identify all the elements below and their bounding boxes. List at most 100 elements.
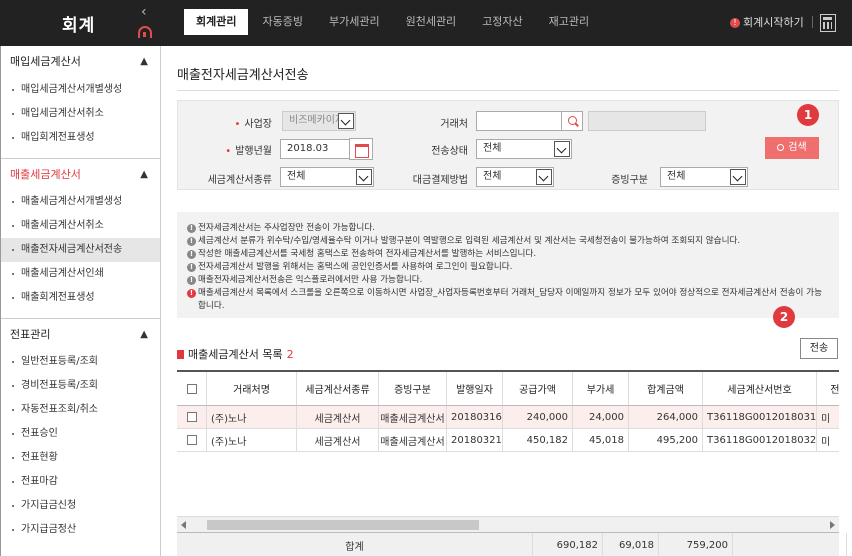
start-accounting-link[interactable]: ! 회계시작하기 <box>730 14 804 30</box>
sidebar-item[interactable]: 전표현황 <box>1 446 160 470</box>
evidence-select[interactable]: 전체 <box>660 167 748 187</box>
tab-inventory[interactable]: 재고관리 <box>537 9 601 35</box>
support-headset-icon[interactable] <box>138 26 152 38</box>
sidebar-item[interactable]: 가지급금정산 <box>1 518 160 542</box>
select-value: 전체 <box>483 171 502 182</box>
sidebar-item[interactable]: 매출세금계산서취소 <box>1 214 160 238</box>
totals-empty <box>733 533 847 556</box>
scroll-left-icon[interactable] <box>181 521 186 529</box>
required-mark: • <box>234 119 241 130</box>
divider <box>812 16 813 28</box>
select-all-checkbox[interactable] <box>186 383 197 394</box>
sidebar-group-sales[interactable]: 매출세금계산서 ▲ <box>1 158 160 190</box>
label-text: 발행년월 <box>235 146 272 157</box>
chevron-down-icon[interactable] <box>338 113 354 129</box>
tab-fixed-assets[interactable]: 고정자산 <box>470 9 534 35</box>
sidebar-item[interactable]: 전표승인 <box>1 422 160 446</box>
chevron-up-icon[interactable]: ▲ <box>140 319 148 351</box>
issue-month-input[interactable]: 2018.03 <box>280 139 350 159</box>
sidebar-item[interactable]: 가지급금신청 <box>1 494 160 518</box>
tab-accounting[interactable]: 회계관리 <box>184 9 249 35</box>
label-text: 사업장 <box>244 119 272 130</box>
chevron-up-icon[interactable]: ▲ <box>140 46 148 78</box>
sidebar-item[interactable]: 자동전표조회/취소 <box>1 398 160 422</box>
send-status-select[interactable]: 전체 <box>476 139 572 159</box>
column-header[interactable]: 전: <box>817 372 839 405</box>
search-icon <box>777 144 785 151</box>
totals-vat: 69,018 <box>603 533 659 556</box>
tab-withholding[interactable]: 원천세관리 <box>394 9 469 35</box>
list-title: 매출세금계산서 목록 2 <box>177 346 294 362</box>
notice-box: 전자세금계산서는 주사업장만 전송이 가능합니다. 세금계산서 분류가 위수탁/… <box>177 212 839 318</box>
select-all-cell <box>177 372 207 405</box>
client-name-cell: (주)노나 <box>207 429 297 451</box>
search-button[interactable]: 검색 <box>765 137 819 159</box>
totals-row: 합계 690,182 69,018 759,200 <box>177 532 847 556</box>
sidebar-item[interactable]: 매출회계전표생성 <box>1 286 160 310</box>
supply-amount-cell: 450,182 <box>503 429 573 451</box>
calculator-icon[interactable] <box>820 14 836 32</box>
payment-method-select[interactable]: 전체 <box>476 167 554 187</box>
issue-date-cell: 20180316 <box>447 406 503 428</box>
chevron-up-icon[interactable]: ▲ <box>140 159 148 191</box>
row-checkbox[interactable] <box>186 412 197 422</box>
column-header[interactable]: 거래처명 <box>207 372 297 405</box>
scroll-right-icon[interactable] <box>830 521 835 529</box>
chevron-down-icon[interactable] <box>536 169 552 185</box>
client-label: 거래처 <box>440 119 468 130</box>
column-header[interactable]: 부가세 <box>573 372 629 405</box>
sidebar-item[interactable]: 매입세금계산서개별생성 <box>1 78 160 102</box>
table-row[interactable]: (주)노나 세금계산서 매출세금계산서 20180321 450,182 45,… <box>177 429 839 452</box>
top-bar: 회계 ‹ 회계관리 자동증빙 부가세관리 원천세관리 고정자산 재고관리 ! 회계… <box>0 0 852 46</box>
sidebar-group-voucher[interactable]: 전표관리 ▲ <box>1 318 160 350</box>
sidebar-item[interactable]: 경비전표등록/조회 <box>1 374 160 398</box>
invoice-type-select[interactable]: 전체 <box>280 167 374 187</box>
notice-item: 전자세금계산서는 주사업장만 전송이 가능합니다. <box>187 222 829 235</box>
calendar-icon[interactable] <box>349 138 373 160</box>
client-input[interactable] <box>476 111 562 131</box>
select-value: 전체 <box>287 171 306 182</box>
column-header[interactable]: 증빙구분 <box>379 372 447 405</box>
table-row[interactable]: (주)노나 세금계산서 매출세금계산서 20180316 240,000 24,… <box>177 406 839 429</box>
sidebar-collapse-icon[interactable]: ‹ <box>141 4 147 20</box>
business-select[interactable]: 비즈메카이지 <box>282 111 356 131</box>
alert-icon: ! <box>730 18 740 28</box>
main-tabs: 회계관리 자동증빙 부가세관리 원천세관리 고정자산 재고관리 <box>184 9 603 35</box>
total-cell: 495,200 <box>629 429 703 451</box>
send-button[interactable]: 전송 <box>800 338 838 359</box>
sidebar-item[interactable]: 매출세금계산서인쇄 <box>1 262 160 286</box>
send-status-label: 전송상태 <box>431 146 468 157</box>
invoice-type-cell: 세금계산서 <box>297 406 379 428</box>
sidebar-item[interactable]: 매입회계전표생성 <box>1 126 160 150</box>
column-header[interactable]: 세금계산서종류 <box>297 372 379 405</box>
column-header[interactable]: 공급가액 <box>503 372 573 405</box>
column-header[interactable]: 합계금액 <box>629 372 703 405</box>
sidebar-item[interactable]: 전표마감 <box>1 470 160 494</box>
invoice-type-cell: 세금계산서 <box>297 429 379 451</box>
row-checkbox[interactable] <box>186 435 197 445</box>
issue-date-cell: 20180321 <box>447 429 503 451</box>
sidebar-item[interactable]: 매입세금계산서취소 <box>1 102 160 126</box>
step-badge-2: 2 <box>773 306 795 328</box>
invoice-number-cell: T36118G00120180316C <box>703 406 817 428</box>
list-title-text: 매출세금계산서 목록 <box>188 348 283 361</box>
sidebar-item[interactable]: 매출세금계산서개별생성 <box>1 190 160 214</box>
horizontal-scrollbar[interactable] <box>177 516 839 532</box>
chevron-down-icon[interactable] <box>356 169 372 185</box>
sidebar-group-purchase[interactable]: 매입세금계산서 ▲ <box>1 46 160 78</box>
chevron-down-icon[interactable] <box>730 169 746 185</box>
tab-auto-evidence[interactable]: 자동증빙 <box>250 9 314 35</box>
tab-vat[interactable]: 부가세관리 <box>317 9 392 35</box>
app-logo[interactable]: 회계 <box>62 11 95 36</box>
chevron-down-icon[interactable] <box>554 141 570 157</box>
column-header[interactable]: 발행일자 <box>447 372 503 405</box>
notice-item: 세금계산서 분류가 위수탁/수입/영세율수탁 이거나 발행구분이 역발행으로 입… <box>187 235 829 248</box>
scrollbar-thumb[interactable] <box>207 520 479 530</box>
sidebar-item-active[interactable]: 매출전자세금계산서전송 <box>1 238 160 262</box>
search-icon[interactable] <box>561 111 583 131</box>
notice-item-important: 매출세금계산서 목록에서 스크롤을 오른쪽으로 이동하시면 사업장_사업자등록번… <box>187 287 829 313</box>
total-cell: 264,000 <box>629 406 703 428</box>
sidebar-item[interactable]: 일반전표등록/조회 <box>1 350 160 374</box>
table-header-row: 거래처명 세금계산서종류 증빙구분 발행일자 공급가액 부가세 합계금액 세금계… <box>177 372 839 406</box>
column-header[interactable]: 세금계산서번호 <box>703 372 817 405</box>
